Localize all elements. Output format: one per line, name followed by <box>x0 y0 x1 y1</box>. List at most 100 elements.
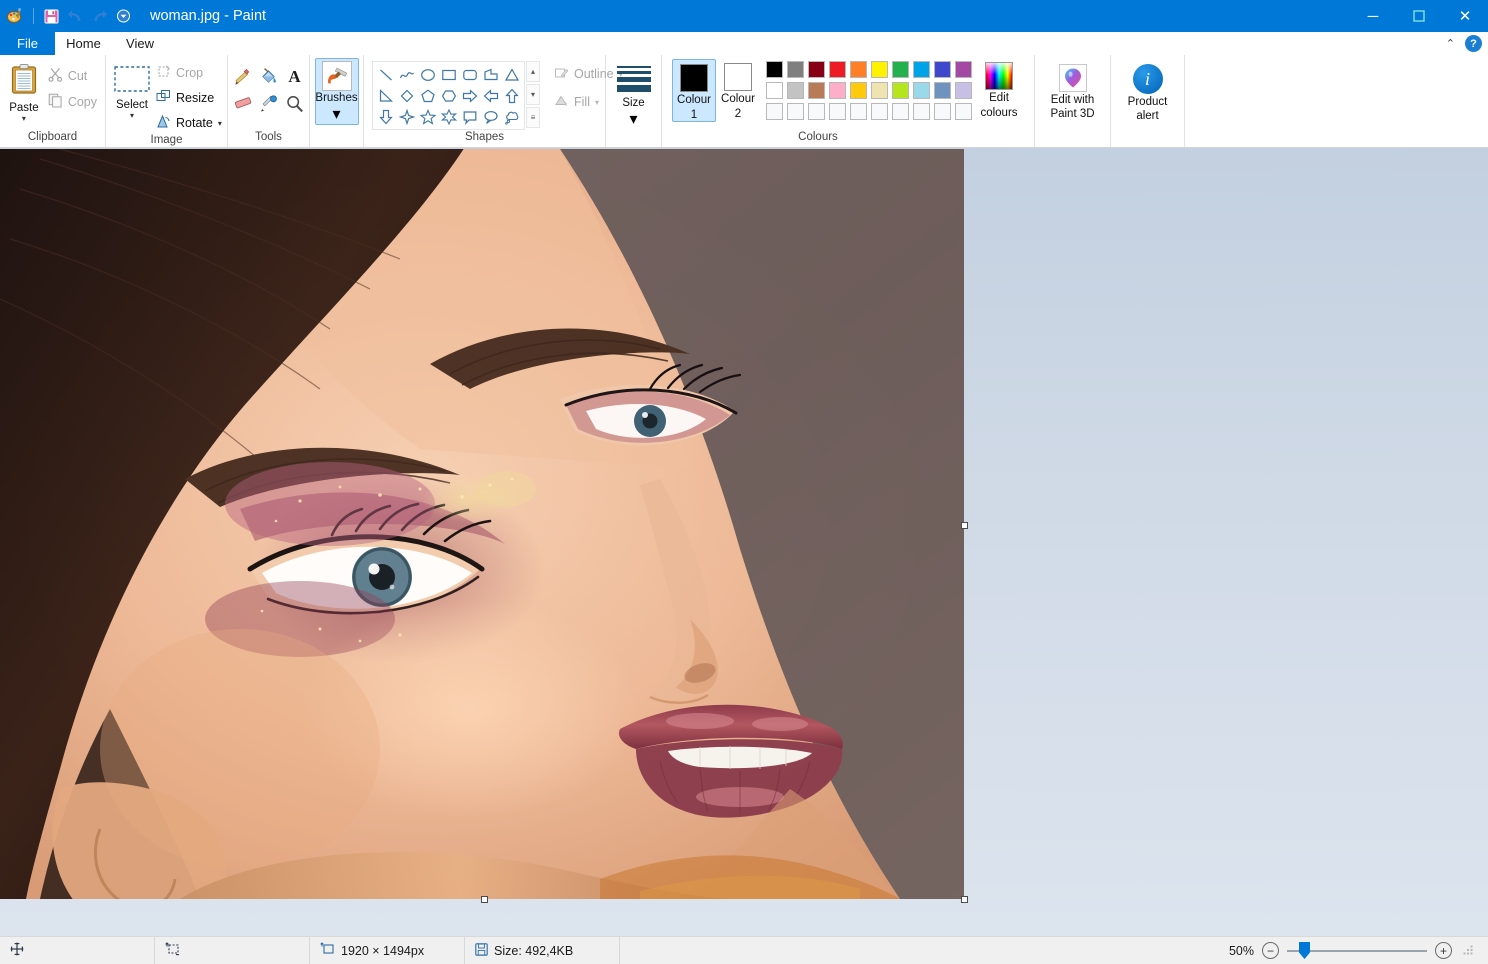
palette-swatch[interactable] <box>869 59 890 80</box>
palette-swatch-colour-r2-c2[interactable] <box>787 82 804 99</box>
shape-up-arrow[interactable] <box>501 85 522 106</box>
shape-pentagon[interactable] <box>417 85 438 106</box>
customize-qat-icon[interactable] <box>112 5 134 27</box>
zoom-in-button[interactable]: + <box>1435 942 1452 959</box>
shape-hexagon[interactable] <box>438 85 459 106</box>
palette-swatch-colour-r2-c7[interactable] <box>892 82 909 99</box>
palette-swatch[interactable] <box>785 59 806 80</box>
palette-swatch-colour-r2-c8[interactable] <box>913 82 930 99</box>
canvas-handle-bottom[interactable] <box>481 896 488 903</box>
tab-view[interactable]: View <box>112 32 168 55</box>
palette-swatch-colour-r3-c5[interactable] <box>850 103 867 120</box>
resize-grip-icon[interactable] <box>1462 944 1476 958</box>
palette-swatch[interactable] <box>953 80 974 101</box>
minimize-button[interactable]: ─ <box>1350 0 1396 32</box>
text-tool-icon[interactable]: A <box>283 65 307 89</box>
shape-down-arrow[interactable] <box>375 106 396 127</box>
palette-swatch-colour-r2-c6[interactable] <box>871 82 888 99</box>
palette-swatch[interactable] <box>953 59 974 80</box>
collapse-ribbon-icon[interactable]: ⌃ <box>1446 37 1455 50</box>
palette-swatch-colour-r3-c2[interactable] <box>787 103 804 120</box>
shape-five-point-star[interactable] <box>417 106 438 127</box>
palette-swatch-colour-r1-c1[interactable] <box>766 61 783 78</box>
palette-swatch[interactable] <box>848 80 869 101</box>
shape-line[interactable] <box>375 64 396 85</box>
palette-swatch[interactable] <box>827 80 848 101</box>
size-caret-icon[interactable]: ▾ <box>629 109 637 129</box>
palette-swatch[interactable] <box>890 59 911 80</box>
palette-swatch[interactable] <box>764 59 785 80</box>
brushes-button[interactable]: Brushes ▾ <box>315 58 359 125</box>
palette-swatch[interactable] <box>806 80 827 101</box>
palette-swatch-colour-r3-c7[interactable] <box>892 103 909 120</box>
resize-button[interactable]: Resize <box>152 87 226 109</box>
palette-swatch-colour-r3-c3[interactable] <box>808 103 825 120</box>
palette-swatch[interactable] <box>827 101 848 122</box>
palette-swatch-colour-r1-c8[interactable] <box>913 61 930 78</box>
shape-right-arrow[interactable] <box>459 85 480 106</box>
shape-rounded-callout[interactable] <box>459 106 480 127</box>
palette-swatch[interactable] <box>890 101 911 122</box>
palette-swatch-colour-r1-c4[interactable] <box>829 61 846 78</box>
palette-swatch-colour-r3-c10[interactable] <box>955 103 972 120</box>
palette-swatch[interactable] <box>932 80 953 101</box>
save-icon[interactable] <box>40 5 62 27</box>
shapes-scroll-up-icon[interactable]: ▴ <box>526 61 540 82</box>
shapes-scrollbar[interactable]: ▴ ▾ ≡ <box>526 61 540 128</box>
shape-polygon[interactable] <box>480 64 501 85</box>
palette-swatch[interactable] <box>848 101 869 122</box>
palette-swatch[interactable] <box>932 101 953 122</box>
fill-with-colour-tool-icon[interactable] <box>257 65 281 89</box>
fill-caret-icon[interactable]: ▾ <box>595 98 599 107</box>
rotate-button[interactable]: Rotate ▾ <box>152 112 226 134</box>
shape-four-point-star[interactable] <box>396 106 417 127</box>
palette-swatch[interactable] <box>785 80 806 101</box>
shape-rectangle[interactable] <box>438 64 459 85</box>
select-button[interactable]: Select ▾ <box>114 63 150 120</box>
close-button[interactable]: ✕ <box>1442 0 1488 32</box>
canvas-handle-right[interactable] <box>961 522 968 529</box>
shape-oval-callout[interactable] <box>480 106 501 127</box>
palette-swatch[interactable] <box>827 59 848 80</box>
palette-swatch-colour-r2-c9[interactable] <box>934 82 951 99</box>
palette-swatch[interactable] <box>848 59 869 80</box>
palette-swatch[interactable] <box>764 101 785 122</box>
canvas-handle-corner[interactable] <box>961 896 968 903</box>
palette-swatch-colour-r2-c10[interactable] <box>955 82 972 99</box>
colour-1-button[interactable]: Colour 1 <box>672 59 716 122</box>
palette-swatch-colour-r1-c9[interactable] <box>934 61 951 78</box>
palette-swatch[interactable] <box>764 80 785 101</box>
edit-with-paint3d-button[interactable]: Edit with Paint 3D <box>1039 61 1106 120</box>
palette-swatch[interactable] <box>911 101 932 122</box>
palette-swatch[interactable] <box>911 59 932 80</box>
colour-2-button[interactable]: Colour 2 <box>716 59 760 120</box>
palette-swatch[interactable] <box>932 59 953 80</box>
pencil-tool-icon[interactable] <box>231 65 255 89</box>
shape-triangle[interactable] <box>501 64 522 85</box>
palette-swatch-colour-r2-c4[interactable] <box>829 82 846 99</box>
zoom-slider-thumb[interactable] <box>1299 942 1310 959</box>
shape-diamond[interactable] <box>396 85 417 106</box>
size-button[interactable]: Size ▾ <box>611 61 657 129</box>
palette-swatch-colour-r1-c5[interactable] <box>850 61 867 78</box>
palette-swatch-colour-r1-c10[interactable] <box>955 61 972 78</box>
help-icon[interactable]: ? <box>1465 35 1482 52</box>
magnifier-tool-icon[interactable] <box>283 92 307 116</box>
select-caret-icon[interactable]: ▾ <box>130 112 134 120</box>
brushes-caret-icon[interactable]: ▾ <box>332 104 340 124</box>
tab-file[interactable]: File <box>0 32 55 55</box>
palette-swatch[interactable] <box>953 101 974 122</box>
paste-caret-icon[interactable]: ▾ <box>22 115 26 123</box>
redo-icon[interactable] <box>88 5 110 27</box>
shape-cloud-callout[interactable] <box>501 106 522 127</box>
palette-swatch[interactable] <box>806 101 827 122</box>
palette-swatch-colour-r1-c6[interactable] <box>871 61 888 78</box>
palette-swatch-colour-r2-c1[interactable] <box>766 82 783 99</box>
shapes-scroll-down-icon[interactable]: ▾ <box>526 84 540 105</box>
palette-swatch[interactable] <box>806 59 827 80</box>
shape-curve[interactable] <box>396 64 417 85</box>
palette-swatch-colour-r1-c7[interactable] <box>892 61 909 78</box>
product-alert-button[interactable]: i Product alert <box>1115 61 1180 122</box>
palette-swatch-colour-r3-c8[interactable] <box>913 103 930 120</box>
crop-button[interactable]: Crop <box>152 62 226 84</box>
